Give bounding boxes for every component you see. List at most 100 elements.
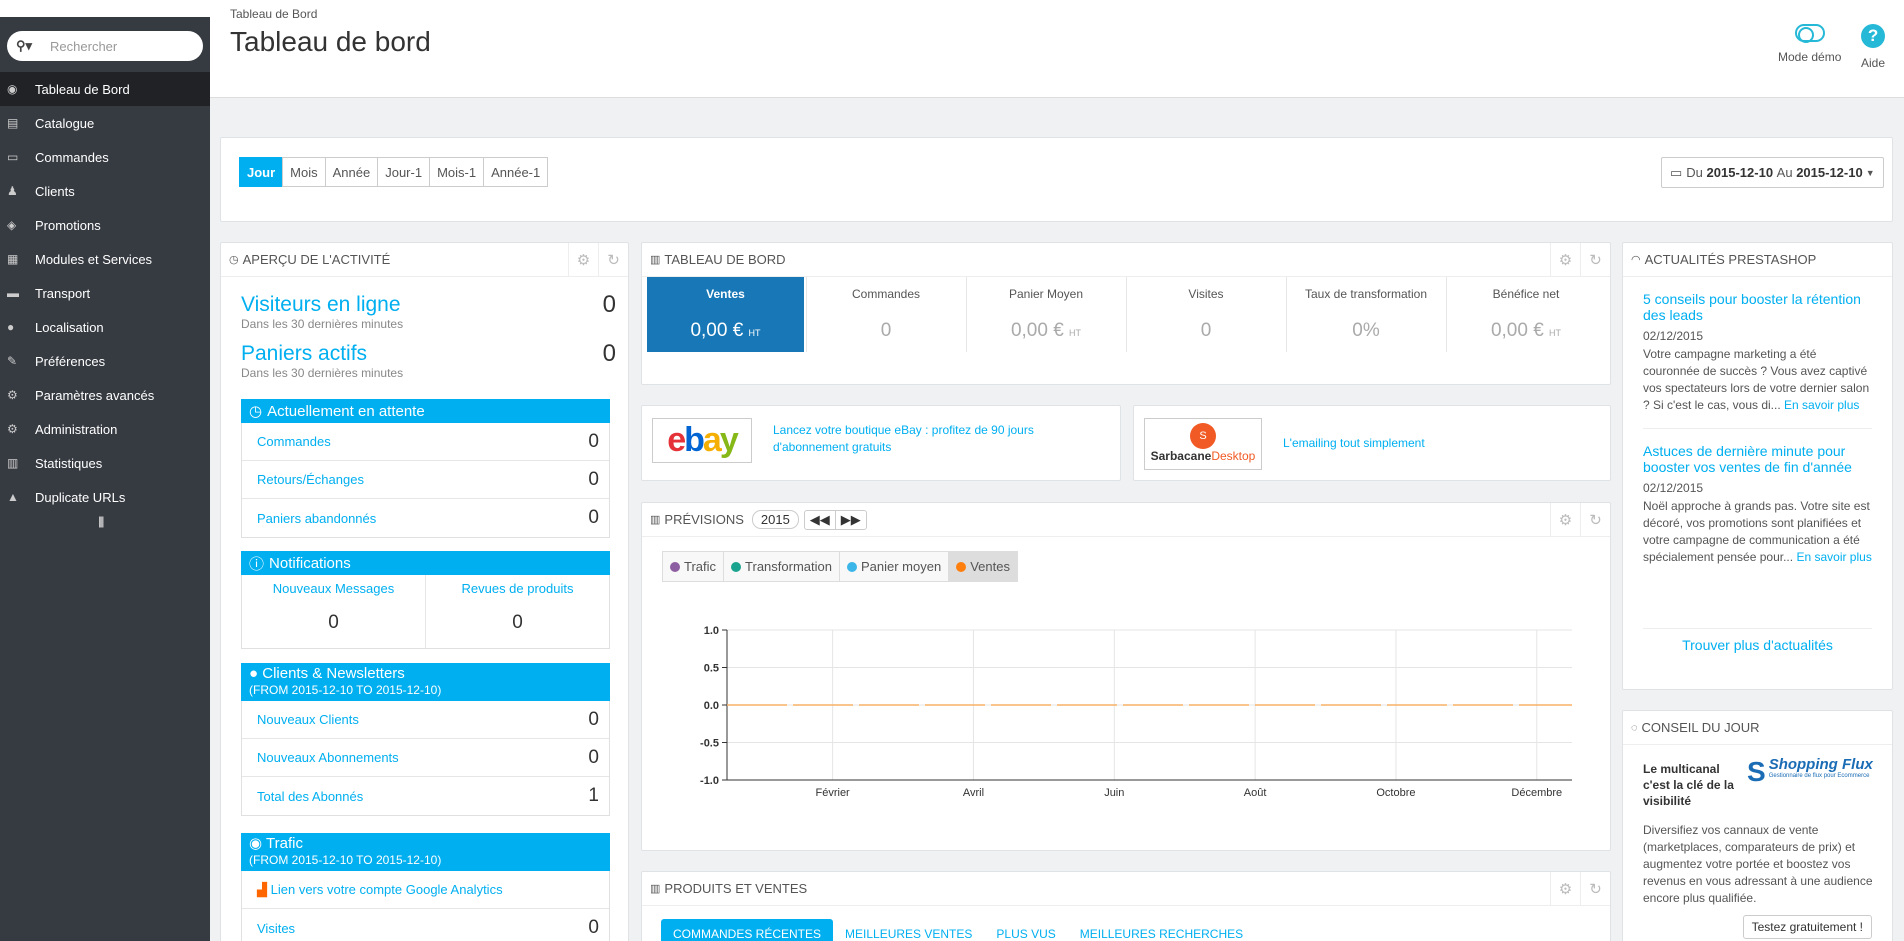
sidebar-item-administration[interactable]: ⚙ Administration <box>0 412 210 446</box>
refresh-icon[interactable]: ↻ <box>598 243 628 276</box>
legend-item[interactable]: Panier moyen <box>839 552 950 581</box>
visits-row[interactable]: Visites 0 <box>242 909 609 941</box>
search-input[interactable]: Rechercher <box>50 39 117 54</box>
list-item-label[interactable]: Nouveaux Clients <box>257 712 359 727</box>
sidebar-item-statistiques[interactable]: ▥ Statistiques <box>0 446 210 480</box>
google-analytics-link[interactable]: ▟ Lien vers votre compte Google Analytic… <box>242 871 609 909</box>
sidebar-item-label: Modules et Services <box>35 251 153 267</box>
search-icon[interactable]: ⚲▾ <box>16 38 32 54</box>
ebay-logo: ebay <box>652 418 752 463</box>
x-tick-label: Août <box>1244 787 1267 799</box>
list-item[interactable]: Retours/Échanges 0 <box>242 461 609 499</box>
sidebar-item-catalogue[interactable]: ▤ Catalogue <box>0 106 210 140</box>
legend-item[interactable]: Transformation <box>724 552 840 581</box>
news-item-title[interactable]: Astuces de dernière minute pour booster … <box>1643 443 1872 475</box>
google-analytics-label[interactable]: Lien vers votre compte Google Analytics <box>271 882 503 897</box>
next-year-icon[interactable]: ▶▶ <box>836 511 866 529</box>
gear-icon[interactable]: ⚙ <box>1550 872 1580 905</box>
activity-title: APERÇU DE L'ACTIVITÉ <box>242 252 391 267</box>
list-item[interactable]: Paniers abandonnés 0 <box>242 499 609 537</box>
info-icon: ⓘ <box>249 555 265 573</box>
sidebar-item-localisation[interactable]: ● Localisation <box>0 310 210 344</box>
period-button-4[interactable]: Mois-1 <box>429 157 485 187</box>
sidebar-item-duplicate-urls[interactable]: ▲ Duplicate URLs <box>0 480 210 514</box>
products-tab-0[interactable]: COMMANDES RÉCENTES <box>661 919 834 941</box>
y-tick-label: 0.0 <box>704 700 719 712</box>
new-messages-label[interactable]: Nouveaux Messages <box>242 581 425 596</box>
sidebar-item-tableau-de-bord[interactable]: ◉ Tableau de Bord <box>0 72 210 106</box>
try-free-button[interactable]: Testez gratuitement ! <box>1742 915 1872 939</box>
news-item-title[interactable]: 5 conseils pour booster la rétention des… <box>1643 291 1872 323</box>
globe-icon: ● <box>7 320 15 334</box>
period-button-0[interactable]: Jour <box>239 157 284 187</box>
sidebar-item-label: Paramètres avancés <box>35 387 155 403</box>
breadcrumb[interactable]: Tableau de Bord <box>230 7 317 21</box>
kpi-2[interactable]: Panier Moyen 0,00 € HT <box>966 277 1125 352</box>
ebay-promo-text[interactable]: Lancez votre boutique eBay : profitez de… <box>773 422 1073 456</box>
visits-label[interactable]: Visites <box>257 921 295 936</box>
period-button-5[interactable]: Année-1 <box>483 157 549 187</box>
products-tab-1[interactable]: MEILLEURES VENTES <box>833 919 984 941</box>
legend-dot <box>731 561 742 572</box>
product-reviews[interactable]: Revues de produits 0 <box>426 575 609 648</box>
kpi-5[interactable]: Bénéfice net 0,00 € HT <box>1446 277 1605 352</box>
kpi-3[interactable]: Visites 0 <box>1126 277 1285 352</box>
kpi-4[interactable]: Taux de transformation 0% <box>1286 277 1445 352</box>
sidebar-item-clients[interactable]: ♟ Clients <box>0 174 210 208</box>
collapse-menu-icon[interactable]: |||| <box>98 514 105 528</box>
sidebar-item-modules-et-services[interactable]: ▦ Modules et Services <box>0 242 210 276</box>
sidebar-item-transport[interactable]: ▬ Transport <box>0 276 210 310</box>
legend-item[interactable]: Ventes <box>949 552 1017 581</box>
date-range-picker[interactable]: ▭ Du 2015-12-10 Au 2015-12-10 ▼ <box>1661 157 1884 188</box>
sarbacane-promo-text[interactable]: L'emailing tout simplement <box>1283 436 1425 450</box>
kpi-1[interactable]: Commandes 0 <box>806 277 965 352</box>
legend-item[interactable]: Trafic <box>663 552 725 581</box>
refresh-icon[interactable]: ↻ <box>1580 243 1610 276</box>
shopping-flux-icon: S <box>1747 756 1766 787</box>
period-button-2[interactable]: Année <box>324 157 379 187</box>
active-carts-label[interactable]: Paniers actifs <box>241 342 403 366</box>
new-messages[interactable]: Nouveaux Messages 0 <box>242 575 426 648</box>
period-button-1[interactable]: Mois <box>282 157 326 187</box>
list-item-label[interactable]: Total des Abonnés <box>257 789 363 804</box>
gear-icon[interactable]: ⚙ <box>1550 243 1580 276</box>
previous-year-icon[interactable]: ◀◀ <box>805 510 836 529</box>
sidebar-item-pr-f-rences[interactable]: ✎ Préférences <box>0 344 210 378</box>
period-button-3[interactable]: Jour-1 <box>377 157 431 187</box>
legend-dot <box>670 561 680 572</box>
demo-mode-button[interactable]: Mode démo <box>1778 24 1841 64</box>
list-item-label[interactable]: Paniers abandonnés <box>257 511 376 526</box>
gear-icon[interactable]: ⚙ <box>1550 503 1580 536</box>
list-item[interactable]: Commandes 0 <box>242 423 609 461</box>
online-visitors-label[interactable]: Visiteurs en ligne <box>241 293 403 317</box>
kpi-0[interactable]: Ventes 0,00 € HT <box>647 277 804 352</box>
help-button[interactable]: ? Aide <box>1861 24 1885 70</box>
kpi-label: Taux de transformation <box>1304 287 1428 301</box>
refresh-icon[interactable]: ↻ <box>1580 872 1610 905</box>
rss-icon: ◠ <box>1631 254 1641 266</box>
read-more-link[interactable]: En savoir plus <box>1796 550 1871 564</box>
search-box[interactable]: ⚲▾ Rechercher <box>7 31 203 61</box>
list-item-value: 0 <box>588 468 599 490</box>
products-tab-3[interactable]: MEILLEURES RECHERCHES <box>1068 919 1255 941</box>
panel-tools: ⚙ ↻ <box>1550 872 1610 905</box>
read-more-link[interactable]: En savoir plus <box>1784 398 1859 412</box>
list-item[interactable]: Nouveaux Abonnements 0 <box>242 739 609 777</box>
list-item-label[interactable]: Commandes <box>257 434 331 449</box>
product-reviews-label[interactable]: Revues de produits <box>426 581 609 596</box>
x-tick-label: Juin <box>1104 787 1124 799</box>
ebay-promo[interactable]: ebay Lancez votre boutique eBay : profit… <box>641 405 1121 481</box>
find-more-news-link[interactable]: Trouver plus d'actualités <box>1682 637 1833 653</box>
list-item-label[interactable]: Retours/Échanges <box>257 472 364 487</box>
refresh-icon[interactable]: ↻ <box>1580 503 1610 536</box>
products-tab-2[interactable]: PLUS VUS <box>984 919 1067 941</box>
list-item-label[interactable]: Nouveaux Abonnements <box>257 750 399 765</box>
sarbacane-promo[interactable]: S SarbacaneDesktop L'emailing tout simpl… <box>1133 405 1611 481</box>
sidebar-item-param-tres-avanc-s[interactable]: ⚙ Paramètres avancés <box>0 378 210 412</box>
sidebar-item-commandes[interactable]: ▭ Commandes <box>0 140 210 174</box>
gear-icon[interactable]: ⚙ <box>568 243 598 276</box>
page-header: Tableau de Bord Tableau de bord Mode dém… <box>210 0 1904 98</box>
list-item[interactable]: Nouveaux Clients 0 <box>242 701 609 739</box>
sidebar-item-promotions[interactable]: ◈ Promotions <box>0 208 210 242</box>
list-item[interactable]: Total des Abonnés 1 <box>242 777 609 815</box>
